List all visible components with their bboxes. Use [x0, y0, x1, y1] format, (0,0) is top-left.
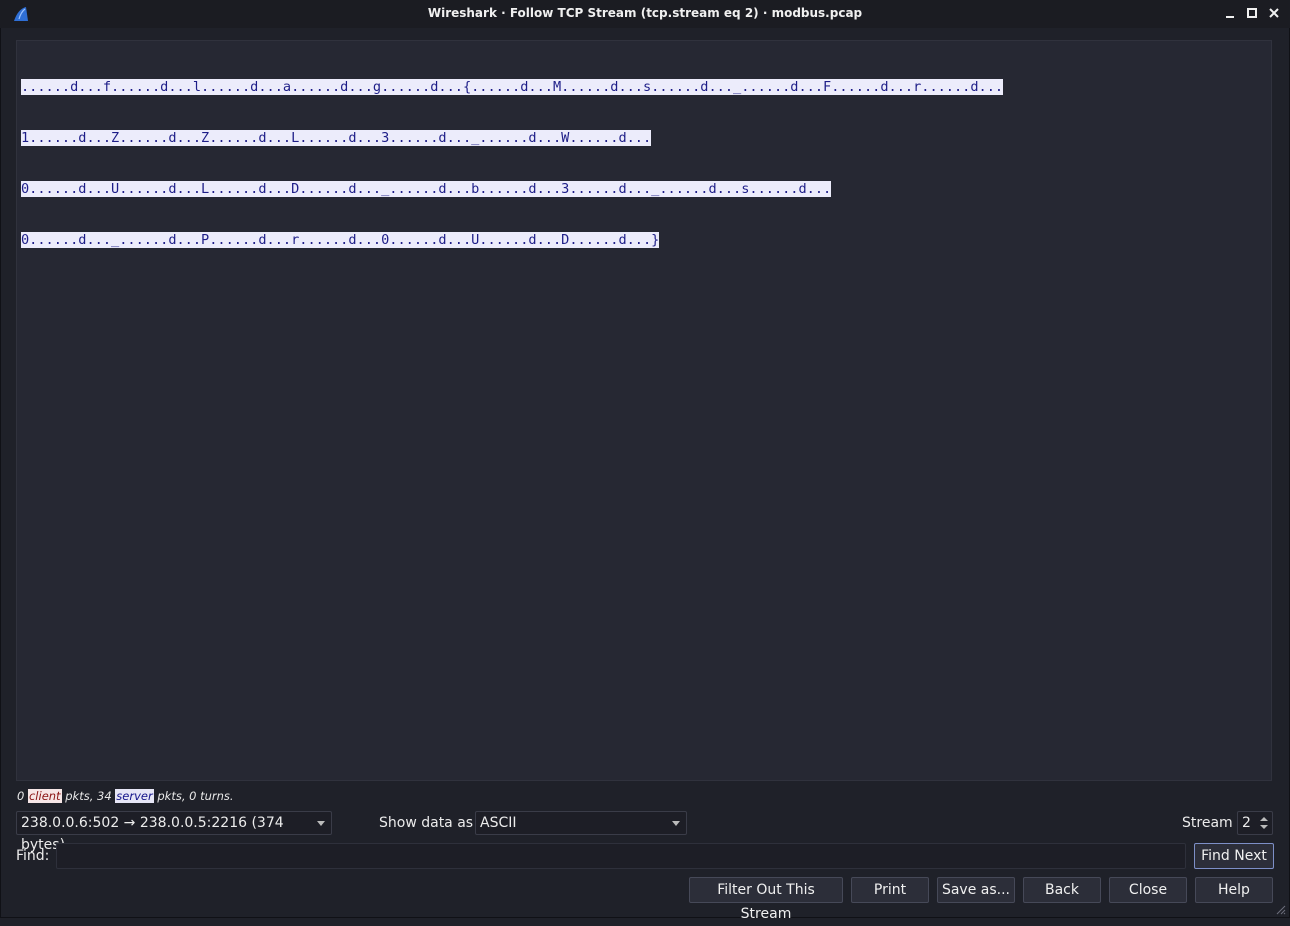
- window-title: Wireshark · Follow TCP Stream (tcp.strea…: [427, 6, 863, 20]
- client-tag: client: [27, 789, 62, 803]
- stream-line: 0......d..._......d...P......d...r......…: [21, 232, 660, 248]
- find-label: Find:: [16, 848, 50, 864]
- minimize-button[interactable]: [1223, 6, 1237, 20]
- show-data-value: ASCII: [480, 815, 517, 831]
- back-label: Back: [1045, 882, 1079, 898]
- chevron-down-icon[interactable]: [1260, 825, 1268, 829]
- client-count: 0: [17, 789, 25, 803]
- find-next-label: Find Next: [1201, 848, 1267, 864]
- stream-line: ......d...f......d...l......d...a......d…: [21, 79, 1004, 95]
- resize-grip-icon[interactable]: [1274, 903, 1286, 915]
- stream-number: 2: [1242, 815, 1251, 831]
- stream-text: ......d...f......d...l......d...a......d…: [21, 45, 1004, 283]
- maximize-icon: [1247, 8, 1257, 18]
- close-icon: [1269, 8, 1279, 18]
- help-label: Help: [1218, 882, 1250, 898]
- chevron-up-icon[interactable]: [1260, 817, 1268, 821]
- stream-label: Stream: [1182, 815, 1233, 831]
- stream-line: 0......d...U......d...L......d...D......…: [21, 181, 832, 197]
- back-button[interactable]: Back: [1023, 877, 1101, 903]
- conversation-select[interactable]: 238.0.0.6:502 → 238.0.0.5:2216 (374 byte…: [16, 811, 332, 853]
- close-window-button[interactable]: [1267, 6, 1281, 20]
- maximize-button[interactable]: [1245, 6, 1259, 20]
- chevron-down-icon: [317, 821, 325, 826]
- stream-spinbox[interactable]: 2: [1237, 811, 1273, 835]
- print-button[interactable]: Print: [851, 877, 929, 903]
- find-input[interactable]: [56, 843, 1186, 869]
- stream-stats: 0 client pkts, 34 server pkts, 0 turns.: [17, 789, 234, 803]
- minimize-icon: [1226, 16, 1234, 18]
- stats-mid: pkts, 34: [65, 789, 112, 803]
- print-label: Print: [873, 882, 907, 898]
- stream-content-view[interactable]: ......d...f......d...l......d...a......d…: [16, 40, 1272, 781]
- close-label: Close: [1128, 882, 1168, 898]
- stats-tail: pkts, 0 turns.: [157, 789, 234, 803]
- filter-out-stream-button[interactable]: Filter Out This Stream: [689, 877, 843, 922]
- chevron-down-icon: [672, 821, 680, 826]
- help-button[interactable]: Help: [1195, 877, 1273, 903]
- title-bar: Wireshark · Follow TCP Stream (tcp.strea…: [0, 0, 1290, 28]
- find-next-button[interactable]: Find Next: [1194, 843, 1274, 869]
- show-data-select[interactable]: ASCII: [475, 811, 687, 835]
- stream-line: 1......d...Z......d...Z......d...L......…: [21, 130, 652, 146]
- server-tag: server: [115, 789, 154, 803]
- save-as-button[interactable]: Save as...: [937, 877, 1015, 903]
- save-as-label: Save as...: [941, 882, 1011, 898]
- close-button[interactable]: Close: [1109, 877, 1187, 903]
- show-data-label: Show data as: [379, 815, 474, 831]
